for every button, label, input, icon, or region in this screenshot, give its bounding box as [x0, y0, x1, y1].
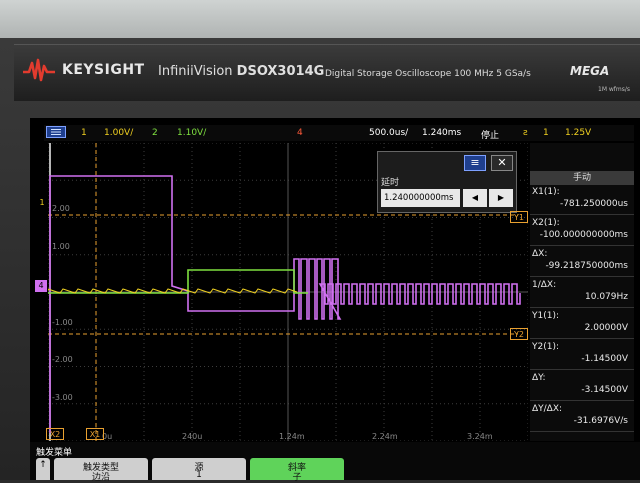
measurement-divider — [530, 369, 634, 370]
ch1-scale[interactable]: 1.00V/ — [104, 128, 133, 138]
softkey-slope[interactable]: 斜率 子 — [250, 458, 344, 483]
trigger-level[interactable]: 1.25V — [565, 128, 591, 138]
measurement-label: Y1(1): — [532, 311, 560, 321]
brand-name: KEYSIGHT — [62, 62, 145, 78]
softkey-menu-title: 触发菜单 — [36, 448, 73, 458]
ch1-number[interactable]: 1 — [81, 128, 87, 138]
delay-value-field[interactable]: 1.240000000ms — [381, 189, 460, 207]
popup-menu-icon[interactable]: ≡ — [464, 155, 486, 171]
voltage-label: -1.00 — [52, 318, 73, 327]
close-icon[interactable]: ✕ — [491, 155, 513, 171]
measurement-divider — [530, 431, 634, 432]
trigger-level-marker[interactable]: 1 — [37, 197, 47, 209]
measurement-label: ΔX: — [532, 249, 548, 259]
ch2-scale[interactable]: 1.10V/ — [177, 128, 206, 138]
voltage-label: 1.00 — [52, 242, 70, 251]
measurement-value: -1.14500V — [581, 354, 628, 364]
measurement-value: 10.079Hz — [585, 292, 628, 302]
device-subtitle: Digital Storage Oscilloscope 100 MHz 5 G… — [325, 69, 531, 79]
measurement-divider — [530, 307, 634, 308]
measurement-label: X1(1): — [532, 187, 560, 197]
cursor-x1-marker[interactable]: X1 — [86, 428, 104, 440]
voltage-label: 2.00 — [52, 204, 70, 213]
background-wall — [0, 0, 640, 40]
ch4-number[interactable]: 4 — [297, 128, 303, 138]
ch4-ground-marker[interactable]: 4 — [35, 280, 47, 292]
cursor-y1-marker[interactable]: Y1 — [510, 211, 528, 223]
softkey-source[interactable]: 源 1 — [152, 458, 246, 480]
model-name: InfiniiVision DSOX3014G — [158, 64, 325, 79]
measurement-label: 1/ΔX: — [532, 280, 557, 290]
measurement-divider — [530, 400, 634, 401]
time-label-1: 240u — [182, 432, 203, 441]
time-label-4: 3.24m — [467, 432, 493, 441]
measurement-label: X2(1): — [532, 218, 560, 228]
keysight-logo-icon — [23, 58, 55, 82]
menu-button[interactable] — [46, 126, 66, 138]
mega-zoom-sub: 1M wfms/s — [598, 86, 631, 93]
cursor-measurement-panel: 手动 X1(1): -781.250000us X2(1): -100.0000000… — [530, 143, 634, 441]
measurement-value: -3.14500V — [581, 385, 628, 395]
back-arrow-icon[interactable]: ↑ — [36, 458, 50, 480]
mega-zoom-logo: MEGA — [570, 64, 610, 78]
softkey-bar: 触发菜单 ↑ 触发类型 边沿 源 1 斜率 子 — [30, 442, 640, 483]
trigger-slope-icon: ƨ — [523, 128, 528, 138]
measurement-value: -31.6976V/s — [573, 416, 628, 426]
voltage-label: -2.00 — [52, 355, 73, 364]
measurement-divider — [530, 276, 634, 277]
cursor-x2-marker[interactable]: X2 — [46, 428, 64, 440]
menu-icon — [51, 129, 61, 135]
next-arrow-icon[interactable]: ▶ — [489, 189, 513, 207]
softkey-trigger-type[interactable]: 触发类型 边沿 — [54, 458, 148, 483]
cursor-y2-marker[interactable]: Y2 — [510, 328, 528, 340]
timebase[interactable]: 500.0us/ — [369, 128, 408, 138]
trigger-channel[interactable]: 1 — [543, 128, 549, 138]
measurement-value: -99.218750000ms — [545, 261, 628, 271]
measurement-label: Y2(1): — [532, 342, 560, 352]
measurement-label: ΔY: — [532, 373, 546, 383]
run-state[interactable]: 停止 — [481, 128, 499, 141]
prev-arrow-icon[interactable]: ◀ — [463, 189, 487, 207]
measurement-divider — [530, 338, 634, 339]
voltage-label: -3.00 — [52, 393, 73, 402]
measurement-label: ΔY/ΔX: — [532, 404, 563, 414]
cursor-mode-header[interactable]: 手动 — [530, 171, 634, 185]
measurement-divider — [530, 245, 634, 246]
popup-title: 延时 — [381, 178, 400, 188]
delay-popup: ≡ ✕ 延时 1.240000000ms ◀ ▶ — [377, 151, 517, 213]
delay-time[interactable]: 1.240ms — [422, 128, 461, 138]
ch2-number[interactable]: 2 — [152, 128, 158, 138]
time-label-3: 2.24m — [372, 432, 398, 441]
measurement-value: 2.00000V — [584, 323, 628, 333]
status-bar: 1 1.00V/ 2 1.10V/ 4 500.0us/ 1.240ms 停止 … — [44, 125, 634, 141]
measurement-divider — [530, 214, 634, 215]
measurement-value: -100.000000000ms — [539, 230, 628, 240]
measurement-value: -781.250000us — [559, 199, 628, 209]
ch2-waveform — [48, 269, 308, 294]
time-label-2: 1.24m — [279, 432, 305, 441]
